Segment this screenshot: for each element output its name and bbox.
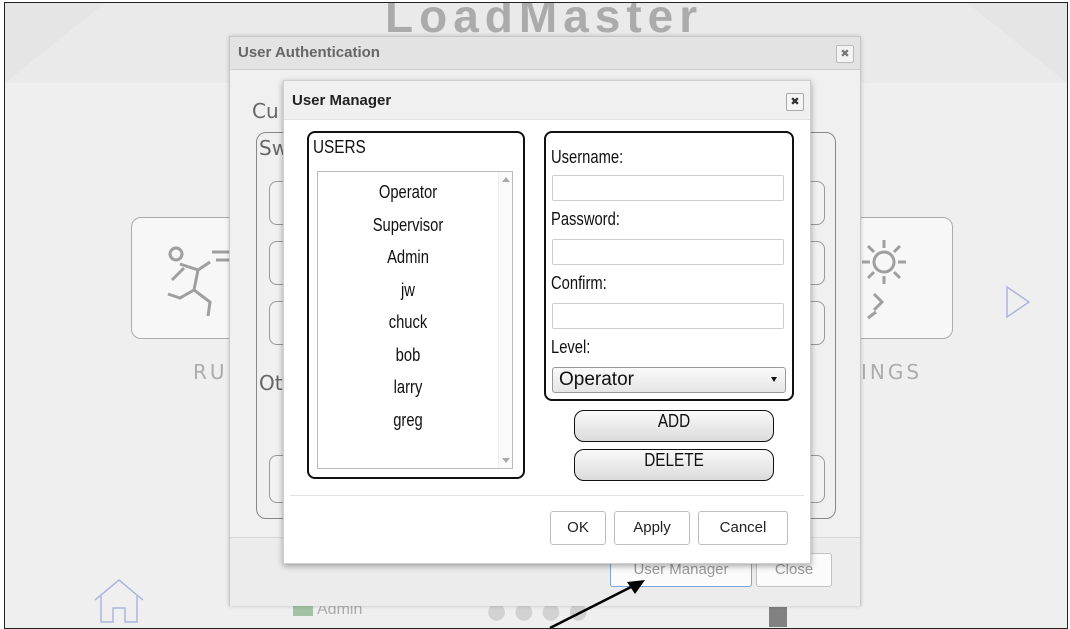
app-window: LoadMaster RU INGS Admin ●●●● User Authe… xyxy=(4,2,1068,629)
annotation-arrow-icon xyxy=(549,580,645,628)
